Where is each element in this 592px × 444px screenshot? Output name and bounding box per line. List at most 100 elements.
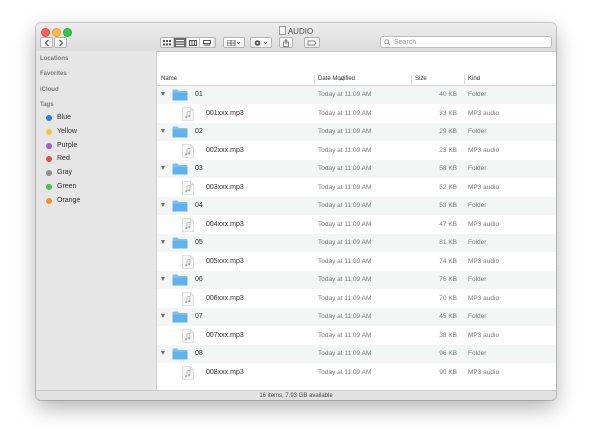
item-name: 01 xyxy=(195,91,203,98)
share-icon xyxy=(283,38,289,47)
item-name: 08 xyxy=(195,350,203,357)
tag-icon xyxy=(307,40,317,45)
icon-view-button[interactable] xyxy=(161,38,174,47)
sidebar-heading-tags[interactable]: Tags xyxy=(40,102,54,108)
file-row[interactable]: 004xxx.mp3 Today at 11:09 AM 47 KB MP3 audi… xyxy=(157,216,556,234)
item-size: 47 KB xyxy=(439,220,457,228)
list-icon xyxy=(176,39,184,46)
window-title: AUDIO xyxy=(36,26,556,36)
item-size: 52 KB xyxy=(439,183,457,191)
folder-icon xyxy=(172,348,188,360)
audio-file-icon xyxy=(182,217,194,232)
item-name: 02 xyxy=(195,128,203,135)
item-date: Today at 11:09 AM xyxy=(318,91,372,98)
file-row[interactable]: 005xxx.mp3 Today at 11:09 AM 74 KB MP3 audi… xyxy=(157,253,556,271)
file-row[interactable]: 002xxx.mp3 Today at 11:09 AM 23 KB MP3 audi… xyxy=(157,142,556,160)
item-name: 008xxx.mp3 xyxy=(206,368,244,376)
folder-row[interactable]: 03 Today at 11:09 AM 58 KB Folder xyxy=(157,160,556,178)
disclosure-triangle-icon[interactable] xyxy=(161,203,165,207)
file-row[interactable]: 008xxx.mp3 Today at 11:09 AM 90 KB MP3 audi… xyxy=(157,364,556,382)
item-size: 23 KB xyxy=(439,146,457,154)
disclosure-triangle-icon[interactable] xyxy=(161,166,165,170)
column-header-size[interactable]: Size xyxy=(415,76,427,82)
column-divider[interactable] xyxy=(314,75,315,84)
sidebar-heading-icloud[interactable]: iCloud xyxy=(40,87,59,93)
column-header-kind[interactable]: Kind xyxy=(468,76,480,82)
item-date: Today at 11:09 AM xyxy=(318,146,372,154)
item-kind: Folder xyxy=(468,165,487,172)
item-size: 70 KB xyxy=(439,294,457,302)
item-name: 05 xyxy=(195,239,203,246)
folder-row[interactable]: 04 Today at 11:09 AM 53 KB Folder xyxy=(157,197,556,215)
item-size: 40 KB xyxy=(439,91,457,98)
item-kind: Folder xyxy=(468,128,487,135)
item-size: 96 KB xyxy=(439,350,457,357)
sidebar-tag-label: Red xyxy=(57,155,70,162)
column-divider[interactable] xyxy=(411,75,412,84)
disclosure-triangle-icon[interactable] xyxy=(161,314,165,318)
item-date: Today at 11:09 AM xyxy=(318,313,372,320)
gallery-icon xyxy=(202,39,211,45)
gallery-view-button[interactable] xyxy=(200,38,213,47)
tag-color-dot-icon xyxy=(46,170,52,176)
action-button[interactable] xyxy=(250,37,272,48)
file-row[interactable]: 001xxx.mp3 Today at 11:09 AM 33 KB MP3 audi… xyxy=(157,105,556,123)
sidebar-heading-favorites[interactable]: Favorites xyxy=(40,71,67,77)
disclosure-triangle-icon[interactable] xyxy=(161,240,165,244)
column-divider[interactable] xyxy=(464,75,465,84)
edit-tags-button[interactable] xyxy=(304,37,320,48)
item-kind: MP3 audio xyxy=(468,368,500,376)
group-by-button[interactable] xyxy=(223,37,245,48)
item-date: Today at 11:09 AM xyxy=(318,276,372,283)
audio-file-icon xyxy=(182,291,194,306)
column-header-date[interactable]: Date Modified xyxy=(318,76,355,82)
item-size: 38 KB xyxy=(439,331,457,339)
share-button[interactable] xyxy=(279,37,293,48)
disclosure-triangle-icon[interactable] xyxy=(161,129,165,133)
item-size: 90 KB xyxy=(439,368,457,376)
folder-row[interactable]: 02 Today at 11:09 AM 29 KB Folder xyxy=(157,123,556,141)
column-header-name[interactable]: Name xyxy=(161,76,177,82)
back-button[interactable] xyxy=(40,37,53,48)
file-row[interactable]: 007xxx.mp3 Today at 11:09 AM 38 KB MP3 audi… xyxy=(157,327,556,345)
folder-icon xyxy=(172,126,188,138)
item-date: Today at 11:09 AM xyxy=(318,220,372,228)
item-size: 81 KB xyxy=(439,239,457,246)
tag-color-dot-icon xyxy=(46,184,52,190)
audio-file-icon xyxy=(182,106,194,121)
search-input[interactable] xyxy=(394,37,544,47)
tag-color-dot-icon xyxy=(46,143,52,149)
grid-icon xyxy=(163,39,171,45)
status-text: 16 items, 7.93 GB available xyxy=(259,393,333,399)
item-size: 74 KB xyxy=(439,257,457,265)
file-row[interactable]: 003xxx.mp3 Today at 11:09 AM 52 KB MP3 audi… xyxy=(157,179,556,197)
disclosure-triangle-icon[interactable] xyxy=(161,351,165,355)
item-date: Today at 11:09 AM xyxy=(318,350,372,357)
file-list: Name Date Modified Size Kind 01 Today at … xyxy=(157,74,556,390)
chevron-right-icon xyxy=(58,39,63,46)
item-name: 002xxx.mp3 xyxy=(206,146,244,154)
item-name: 004xxx.mp3 xyxy=(206,220,244,228)
item-date: Today at 11:09 AM xyxy=(318,165,372,172)
search-field[interactable] xyxy=(380,36,552,48)
title-bar: AUDIO xyxy=(36,23,556,52)
forward-button[interactable] xyxy=(54,37,67,48)
column-view-button[interactable] xyxy=(187,38,200,47)
columns-icon xyxy=(189,39,197,46)
folder-row[interactable]: 01 Today at 11:09 AM 40 KB Folder xyxy=(157,86,556,104)
item-date: Today at 11:09 AM xyxy=(318,331,372,339)
file-row[interactable]: 006xxx.mp3 Today at 11:09 AM 70 KB MP3 audi… xyxy=(157,290,556,308)
audio-file-icon xyxy=(182,143,194,158)
disclosure-triangle-icon[interactable] xyxy=(161,92,165,96)
sidebar-heading-locations[interactable]: Locations xyxy=(40,56,68,62)
disclosure-triangle-icon[interactable] xyxy=(161,277,165,281)
list-view-button[interactable] xyxy=(174,38,187,47)
tag-color-dot-icon xyxy=(46,156,52,162)
audio-file-icon xyxy=(182,328,194,343)
folder-row[interactable]: 07 Today at 11:09 AM 45 KB Folder xyxy=(157,308,556,326)
gear-icon xyxy=(254,39,268,46)
folder-row[interactable]: 05 Today at 11:09 AM 81 KB Folder xyxy=(157,234,556,252)
item-kind: MP3 audio xyxy=(468,183,500,191)
folder-row[interactable]: 06 Today at 11:09 AM 76 KB Folder xyxy=(157,271,556,289)
folder-row[interactable]: 08 Today at 11:09 AM 96 KB Folder xyxy=(157,345,556,363)
